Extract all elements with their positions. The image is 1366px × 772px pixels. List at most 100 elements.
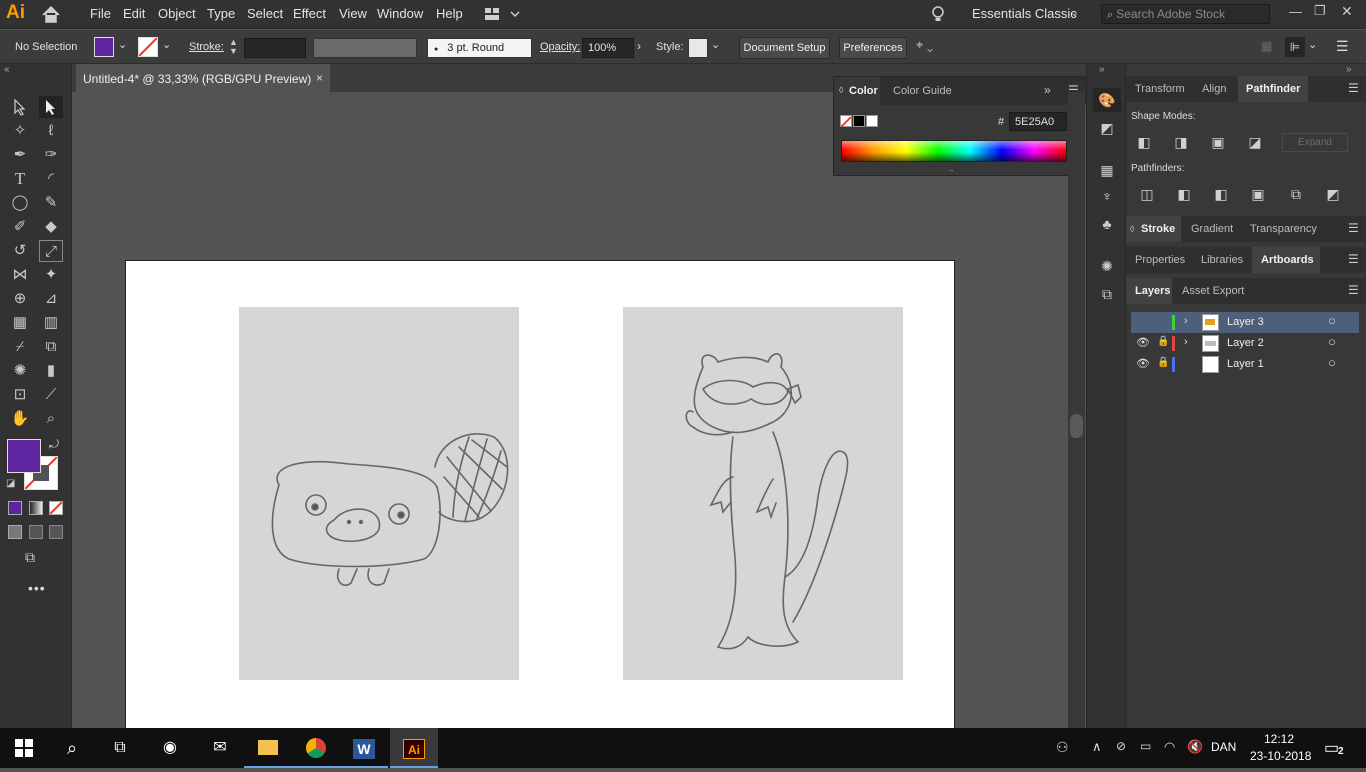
swatches-icon[interactable]: ▦ xyxy=(1093,158,1121,182)
draw-inside-icon[interactable] xyxy=(49,525,63,539)
color-guide-icon[interactable]: ◩ xyxy=(1093,116,1121,140)
edit-toolbar-icon[interactable]: ••• xyxy=(28,580,46,596)
brush-definition[interactable]: ● 3 pt. Round xyxy=(427,38,532,58)
search-stock-field[interactable]: ⌕ Search Adobe Stock xyxy=(1101,4,1270,24)
layer-row-2[interactable]: 👁 🔒 › Layer 2 ○ xyxy=(1131,333,1359,354)
stroke-stepper[interactable]: ▲ ▼ xyxy=(229,38,241,56)
align-panel-icon[interactable]: ⊫ xyxy=(1285,37,1305,57)
symbols-icon[interactable]: ♣ xyxy=(1093,212,1121,236)
paintbrush-icon[interactable]: ✎ xyxy=(39,192,63,214)
tab-properties[interactable]: Properties xyxy=(1135,247,1185,273)
chevron-down-icon[interactable]: ⌄ xyxy=(162,38,171,51)
tab-color-guide[interactable]: Color Guide xyxy=(893,85,952,97)
default-colors-icon[interactable]: ◪ xyxy=(6,478,15,489)
shaper-tool-icon[interactable]: ✐ xyxy=(8,216,32,238)
color-mode-icon[interactable] xyxy=(8,501,22,515)
target-icon[interactable]: ○ xyxy=(1328,313,1336,328)
people-icon[interactable]: ⚇ xyxy=(1056,739,1069,756)
lock-icon[interactable]: 🔒 xyxy=(1157,336,1169,347)
word-icon[interactable]: W xyxy=(340,728,388,768)
eyedropper-icon[interactable]: ⌿ xyxy=(8,336,32,358)
none-swatch[interactable] xyxy=(840,115,852,128)
zoom-tool-icon[interactable]: ⌕ xyxy=(39,408,63,430)
tab-libraries[interactable]: Libraries xyxy=(1201,247,1243,273)
preferences-button[interactable]: Preferences xyxy=(839,37,907,59)
chevron-down-icon[interactable]: ⌄ xyxy=(118,38,127,51)
blend-tool-icon[interactable]: ⧉ xyxy=(39,336,63,358)
direct-selection-tool-icon[interactable] xyxy=(39,96,63,118)
expand-layer-icon[interactable]: › xyxy=(1184,315,1188,327)
tab-artboards[interactable]: Artboards xyxy=(1261,247,1314,273)
divide-icon[interactable]: ◫ xyxy=(1138,186,1156,202)
expand-panel-icon[interactable]: » xyxy=(1044,83,1051,97)
panel-resize-handle[interactable]: ┅ xyxy=(949,167,953,175)
white-swatch[interactable] xyxy=(866,115,878,127)
minus-back-icon[interactable]: ◩ xyxy=(1324,186,1342,202)
eye-icon[interactable]: 👁 xyxy=(1136,336,1150,349)
vertical-scrollbar[interactable] xyxy=(1068,92,1085,728)
tab-color[interactable]: ◊ Color xyxy=(834,77,880,105)
draw-normal-icon[interactable] xyxy=(8,525,22,539)
slice-tool-icon[interactable]: ⟋ xyxy=(39,384,63,406)
graph-tool-icon[interactable]: ▮ xyxy=(39,360,63,382)
panel-menu-icon[interactable]: ☰ xyxy=(1348,283,1359,297)
task-view-icon[interactable]: ⧉ xyxy=(96,728,144,768)
arrange-documents-icon[interactable] xyxy=(483,6,523,22)
curvature-tool-icon[interactable]: ✑ xyxy=(39,144,63,166)
document-tab[interactable]: Untitled-4* @ 33,33% (RGB/GPU Preview) × xyxy=(76,64,330,92)
chevron-down-icon[interactable]: ⌄ xyxy=(1070,6,1079,19)
illustrator-taskbar-icon[interactable]: Ai xyxy=(390,728,438,768)
target-icon[interactable]: ○ xyxy=(1328,334,1336,349)
network-alert-icon[interactable]: ⊘ xyxy=(1116,739,1126,753)
volume-muted-icon[interactable]: 🔇 xyxy=(1187,739,1203,755)
screen-mode-icon[interactable]: ⧉ xyxy=(25,549,35,566)
close-window-button[interactable]: ✕ xyxy=(1341,3,1353,20)
black-swatch[interactable] xyxy=(853,115,865,127)
tab-transform[interactable]: Transform xyxy=(1135,76,1185,102)
swap-colors-icon[interactable]: ⤾ xyxy=(49,437,59,452)
symbol-sprayer-icon[interactable]: ✺ xyxy=(8,360,32,382)
layer-name[interactable]: Layer 1 xyxy=(1227,358,1264,370)
tab-asset-export[interactable]: Asset Export xyxy=(1182,278,1244,304)
tab-gradient[interactable]: Gradient xyxy=(1191,216,1233,242)
scale-tool-icon[interactable]: ⤢ xyxy=(39,240,63,262)
style-swatch[interactable] xyxy=(688,38,708,58)
layer-row-1[interactable]: 👁 🔒 Layer 1 ○ xyxy=(1131,354,1359,375)
draw-behind-icon[interactable] xyxy=(29,525,43,539)
expand-button[interactable]: Expand xyxy=(1282,133,1348,152)
tab-transparency[interactable]: Transparency xyxy=(1250,216,1317,242)
menu-select[interactable]: Select xyxy=(247,6,283,21)
magic-wand-icon[interactable]: ✧ xyxy=(8,120,32,142)
chevron-down-icon[interactable]: ⌄ xyxy=(711,38,720,51)
outline-icon[interactable]: ⧉ xyxy=(1287,186,1305,202)
home-icon[interactable] xyxy=(38,3,64,25)
unite-icon[interactable]: ◧ xyxy=(1135,134,1153,150)
shape-builder-icon[interactable]: ⊕ xyxy=(8,288,32,310)
opacity-label[interactable]: Opacity: xyxy=(540,41,580,53)
collapse-panels-icon[interactable]: » xyxy=(1346,64,1352,75)
menu-edit[interactable]: Edit xyxy=(123,6,145,21)
graphic-styles-icon[interactable]: ⧉ xyxy=(1093,282,1121,306)
clock-date[interactable]: 23-10-2018 xyxy=(1250,749,1311,763)
stroke-swatch[interactable] xyxy=(138,37,158,57)
layer-name[interactable]: Layer 3 xyxy=(1227,316,1264,328)
layer-name[interactable]: Layer 2 xyxy=(1227,337,1264,349)
type-tool-icon[interactable]: T xyxy=(8,168,32,190)
language-indicator[interactable]: DAN xyxy=(1211,740,1236,754)
panel-menu-icon[interactable]: ☰ xyxy=(1348,252,1359,266)
menu-window[interactable]: Window xyxy=(377,6,423,21)
stroke-weight-field[interactable] xyxy=(244,38,306,58)
fill-color-front[interactable] xyxy=(7,439,41,473)
canvas-area[interactable] xyxy=(73,92,1068,728)
panel-menu-icon[interactable]: ☰ xyxy=(1348,221,1359,235)
minus-front-icon[interactable]: ◨ xyxy=(1172,134,1190,150)
file-explorer-icon[interactable] xyxy=(244,728,292,768)
artboard[interactable] xyxy=(125,260,955,728)
show-hidden-icons[interactable]: ∧ xyxy=(1092,739,1102,755)
eraser-icon[interactable]: ◆ xyxy=(39,216,63,238)
mesh-tool-icon[interactable]: ▦ xyxy=(8,312,32,334)
hand-tool-icon[interactable]: ✋ xyxy=(8,408,32,430)
panel-menu-icon[interactable]: ☰ xyxy=(1348,81,1359,95)
target-icon[interactable]: ○ xyxy=(1328,355,1336,370)
tab-layers[interactable]: Layers xyxy=(1135,278,1170,304)
